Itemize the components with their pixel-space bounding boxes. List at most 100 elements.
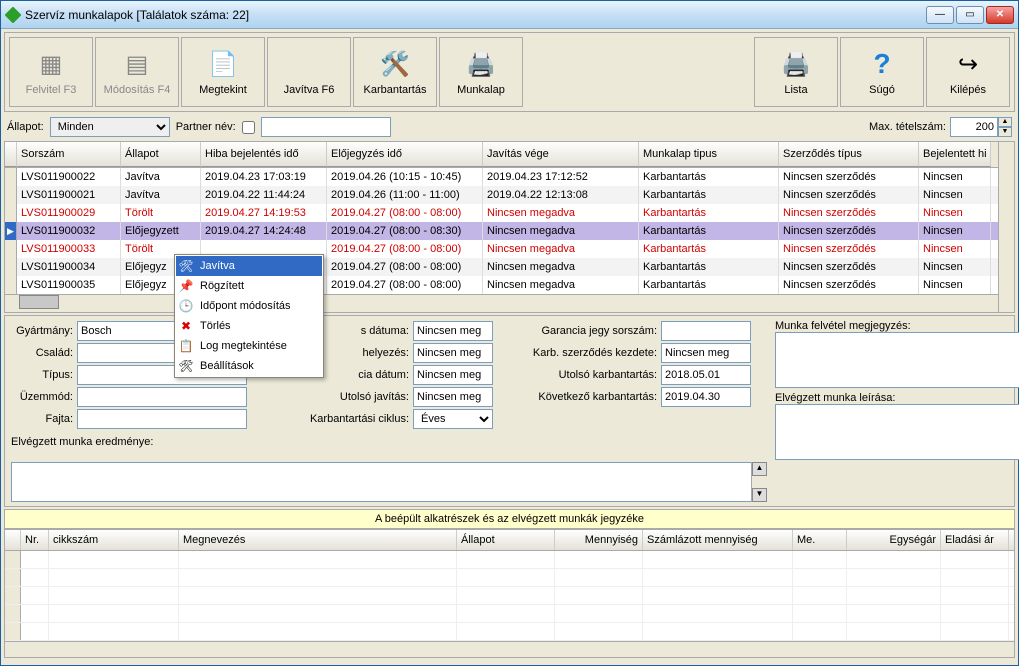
maintenance-icon: 🛠️ [379,48,411,80]
elvmunka-label: Elvégzett munka leírása: [775,392,1019,404]
worksheet-icon: 🖨️ [465,48,497,80]
sdatuma-input[interactable] [413,321,493,341]
pcol-cikkszam[interactable]: cikkszám [49,530,179,550]
kciklus-label: Karbantartási ciklus: [269,413,409,425]
filter-bar: Állapot: Minden Partner név: Max. tétels… [1,115,1018,139]
pcol-me[interactable]: Me. [793,530,847,550]
table-row[interactable]: LVS011900034Előjegyz2019.04.27 (08:00 - … [5,258,1014,276]
table-row[interactable]: ▶LVS011900032Előjegyzett2019.04.27 14:24… [5,222,1014,240]
col-munkalaptipus[interactable]: Munkalap tipus [639,142,779,167]
col-allapot[interactable]: Állapot [121,142,201,167]
javitva-button[interactable]: Javítva F6 [267,37,351,107]
toolbar: ▦ Felvitel F3 ▤ Módosítás F4 📄 Megtekint… [4,32,1015,112]
minimize-button[interactable]: — [926,6,954,24]
lista-button[interactable]: 🖨️ Lista [754,37,838,107]
pcol-nr[interactable]: Nr. [21,530,49,550]
munkafelv-textarea[interactable] [775,332,1019,388]
kciklus-select[interactable]: Éves [413,409,493,429]
clock-icon: 🕒 [178,298,194,314]
pcol-megnevezes[interactable]: Megnevezés [179,530,457,550]
col-hiba[interactable]: Hiba bejelentés idő [201,142,327,167]
ciadatum-input[interactable] [413,365,493,385]
eredmeny-label: Elvégzett munka eredménye: [11,436,153,448]
table-row[interactable]: LVS011900033Törölt2019.04.27 (08:00 - 08… [5,240,1014,258]
close-button[interactable]: ✕ [986,6,1014,24]
edit-icon: ▤ [121,48,153,80]
kovkarb-input[interactable] [661,387,751,407]
titlebar: Szervíz munkalapok [Találatok száma: 22]… [1,1,1018,29]
pin-icon: 📌 [178,278,194,294]
details-panel: Gyártmány: Család: Típus: Üzemmód: Fajta… [4,315,1015,507]
elvmunka-textarea[interactable] [775,404,1019,460]
maximize-button[interactable]: ▭ [956,6,984,24]
grid-hscroll[interactable] [5,294,1014,310]
parts-row[interactable] [5,569,1014,587]
max-label: Max. tételszám: [869,121,946,133]
ctx-idopont[interactable]: 🕒 Időpont módosítás [176,296,322,316]
table-row[interactable]: LVS011900021Javítva2019.04.22 11:44:2420… [5,186,1014,204]
utjavitas-label: Utolsó javítás: [269,391,409,403]
munkalap-button[interactable]: 🖨️ Munkalap [439,37,523,107]
utjavitas-input[interactable] [413,387,493,407]
tipus-label: Típus: [11,369,73,381]
table-row[interactable]: LVS011900022Javítva2019.04.23 17:03:1920… [5,168,1014,186]
parts-hscroll[interactable] [5,641,1014,657]
pcol-mennyiseg[interactable]: Mennyiség [555,530,643,550]
parts-row[interactable] [5,605,1014,623]
karbantartas-button[interactable]: 🛠️ Karbantartás [353,37,437,107]
col-szerzodes[interactable]: Szerződés típus [779,142,919,167]
karbkezd-input[interactable] [661,343,751,363]
new-icon: ▦ [35,48,67,80]
grid-vscroll[interactable] [998,142,1014,312]
window: Szervíz munkalapok [Találatok száma: 22]… [0,0,1019,666]
ctx-beallitasok[interactable]: 🛠 Beállítások [176,356,322,376]
ctx-torles[interactable]: ✖ Törlés [176,316,322,336]
table-row[interactable]: LVS011900029Törölt2019.04.27 14:19:53201… [5,204,1014,222]
pcol-szamlazott[interactable]: Számlázott mennyiség [643,530,793,550]
col-bejelentett[interactable]: Bejelentett hi [919,142,991,167]
kilepes-button[interactable]: ↪ Kilépés [926,37,1010,107]
allapot-select[interactable]: Minden [50,117,170,137]
uzemmod-input[interactable] [77,387,247,407]
parts-row[interactable] [5,551,1014,569]
ctx-javitva[interactable]: 🛠 Javítva [176,256,322,276]
megtekint-button[interactable]: 📄 Megtekint [181,37,265,107]
grid-body[interactable]: LVS011900022Javítva2019.04.23 17:03:1920… [5,168,1014,294]
sugo-button[interactable]: ? Súgó [840,37,924,107]
munkafelv-label: Munka felvétel megjegyzés: [775,320,1019,332]
modositas-button[interactable]: ▤ Módosítás F4 [95,37,179,107]
garjegy-input[interactable] [661,321,751,341]
spinner-down[interactable]: ▼ [998,127,1012,137]
ctx-log[interactable]: 📋 Log megtekintése [176,336,322,356]
grid-header: Sorszám Állapot Hiba bejelentés idő Előj… [5,142,1014,168]
parts-row[interactable] [5,587,1014,605]
utkarb-input[interactable] [661,365,751,385]
garjegy-label: Garancia jegy sorszám: [517,325,657,337]
pcol-allapot[interactable]: Állapot [457,530,555,550]
karbkezd-label: Karb. szerződés kezdete: [517,347,657,359]
wrench-icon: 🛠 [178,258,194,274]
col-javitasvege[interactable]: Javítás vége [483,142,639,167]
parts-body[interactable] [5,551,1014,641]
max-input[interactable] [950,117,998,137]
col-elojegyzes[interactable]: Előjegyzés idő [327,142,483,167]
fixed-icon [293,48,325,80]
spinner-up[interactable]: ▲ [998,117,1012,127]
pcol-eladasi[interactable]: Eladási ár [941,530,1009,550]
delete-icon: ✖ [178,318,194,334]
main-grid: Sorszám Állapot Hiba bejelentés idő Előj… [4,141,1015,313]
textarea-scroll-3[interactable]: ▲▼ [751,462,767,502]
ctx-rogzitett[interactable]: 📌 Rögzített [176,276,322,296]
max-spinner[interactable]: ▲ ▼ [950,117,1012,137]
partner-input[interactable] [261,117,391,137]
felvitel-button[interactable]: ▦ Felvitel F3 [9,37,93,107]
col-sorszam[interactable]: Sorszám [17,142,121,167]
partner-checkbox[interactable] [242,121,255,134]
eredmeny-textarea[interactable] [11,462,767,502]
pcol-egysegar[interactable]: Egységár [847,530,941,550]
kovkarb-label: Következő karbantartás: [517,391,657,403]
table-row[interactable]: LVS011900035Előjegyz2019.04.27 (08:00 - … [5,276,1014,294]
parts-row[interactable] [5,623,1014,641]
helyezes-input[interactable] [413,343,493,363]
fajta-input[interactable] [77,409,247,429]
